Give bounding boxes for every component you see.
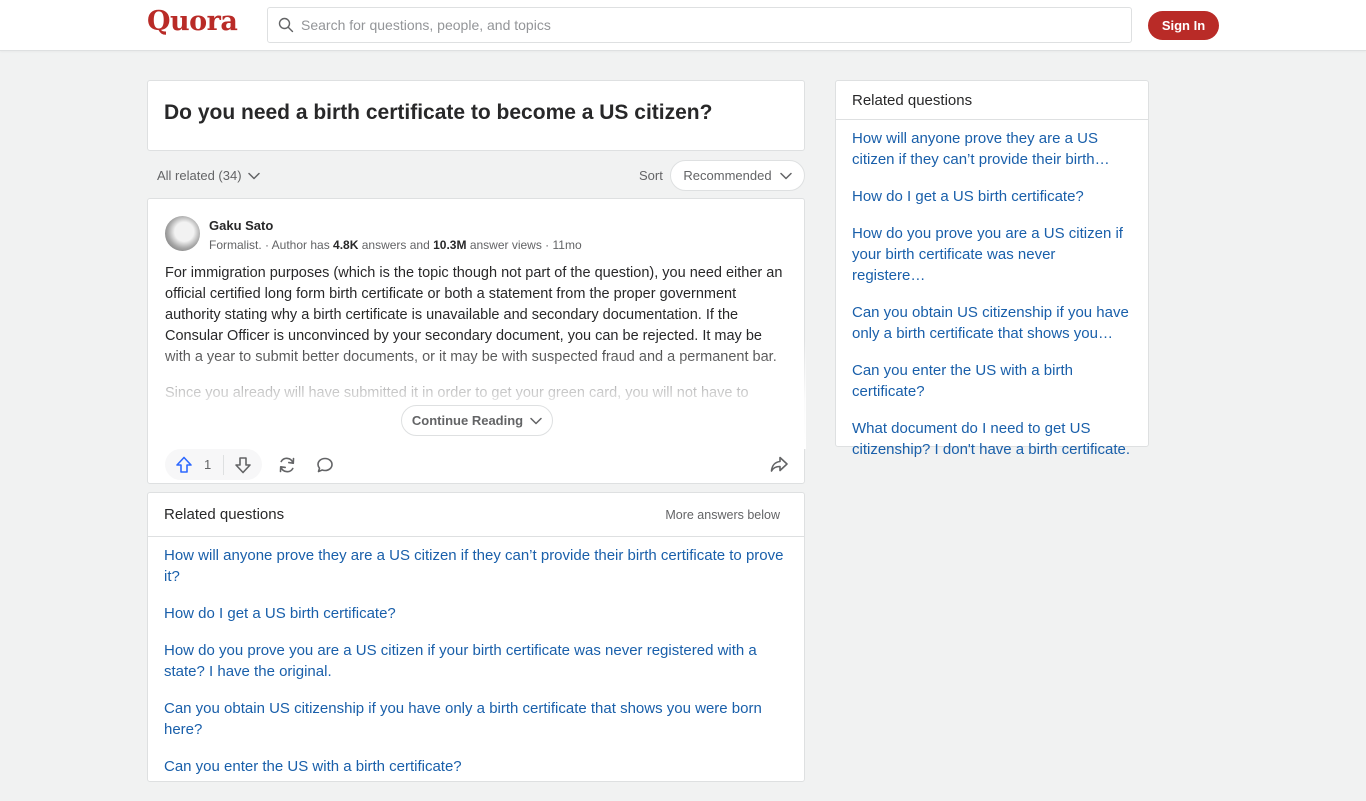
related-question-link[interactable]: Can you obtain US citizenship if you hav… [164, 698, 788, 740]
related-question-link[interactable]: How will anyone prove they are a US citi… [164, 545, 788, 587]
author-avatar[interactable] [165, 216, 200, 251]
sidebar-question-link[interactable]: How do I get a US birth certificate? [852, 186, 1132, 207]
related-question-link[interactable]: How do I get a US birth certificate? [164, 603, 788, 624]
author-name[interactable]: Gaku Sato [209, 218, 273, 233]
sort-dropdown[interactable]: Recommended [670, 160, 805, 191]
sidebar-question-link[interactable]: What document do I need to get US citize… [852, 418, 1132, 460]
related-question-link[interactable]: How do you prove you are a US citizen if… [164, 640, 788, 682]
share-repost-button[interactable] [272, 450, 302, 480]
views-count: 10.3M [433, 238, 467, 252]
author-credential: Formalist. · Author has [209, 238, 334, 252]
search-input[interactable] [301, 17, 1101, 33]
upvote-count: 1 [204, 457, 212, 472]
comment-icon [317, 457, 334, 472]
sort-value: Recommended [683, 168, 772, 183]
question-title: Do you need a birth certificate to becom… [164, 101, 713, 124]
search-box[interactable] [267, 7, 1132, 43]
related-questions-heading: Related questions [164, 506, 285, 523]
answers-count: 4.8K [333, 238, 359, 252]
sidebar-question-link[interactable]: How will anyone prove they are a US citi… [852, 128, 1132, 170]
downvote-icon [235, 456, 252, 473]
sort-bar: All related (34) Sort Recommended [147, 160, 805, 192]
upvote-button[interactable] [174, 455, 194, 475]
quora-logo[interactable]: Quora [147, 6, 238, 37]
sidebar-question-link[interactable]: Can you obtain US citizenship if you hav… [852, 302, 1132, 344]
sort-label: Sort [639, 168, 663, 183]
all-related-label: All related (34) [157, 168, 242, 183]
views-text: answer views · 11mo [466, 238, 582, 252]
sidebar-question-link[interactable]: How do you prove you are a US citizen if… [852, 223, 1132, 286]
author-meta: Formalist. · Author has 4.8K answers and… [209, 238, 582, 252]
sidebar-heading: Related questions [836, 81, 1148, 120]
comment-button[interactable] [310, 450, 340, 480]
sidebar-list: How will anyone prove they are a US citi… [836, 120, 1148, 484]
chevron-down-icon [247, 172, 260, 179]
more-answers-below: More answers below [665, 507, 780, 522]
related-questions-header: Related questions More answers below [148, 493, 804, 537]
answer-actions: 1 [165, 449, 340, 480]
sidebar-related-questions: Related questions How will anyone prove … [835, 80, 1149, 458]
sign-in-button[interactable]: Sign In [1148, 11, 1219, 40]
question-card: Do you need a birth certificate to becom… [147, 80, 805, 151]
share-icon [770, 456, 788, 472]
related-question-link[interactable]: Can you enter the US with a birth certif… [164, 756, 788, 777]
answer-card: Gaku Sato Formalist. · Author has 4.8K a… [147, 198, 806, 484]
chevron-down-icon [779, 172, 792, 179]
vote-group: 1 [165, 449, 263, 480]
related-questions-list: How will anyone prove they are a US citi… [148, 537, 804, 801]
sidebar-question-link[interactable]: Can you enter the US with a birth certif… [852, 360, 1132, 402]
related-questions-inline: Related questions More answers below How… [147, 492, 805, 782]
search-icon [278, 17, 294, 33]
share-button[interactable] [764, 449, 794, 479]
continue-reading-label: Continue Reading [411, 413, 524, 428]
all-related-dropdown[interactable]: All related (34) [157, 168, 260, 183]
chevron-down-icon [530, 417, 542, 424]
continue-reading-button[interactable]: Continue Reading [401, 405, 553, 436]
repost-icon [279, 457, 295, 472]
top-bar: Quora Sign In [0, 0, 1366, 51]
answers-text: answers and [358, 238, 434, 252]
upvote-icon [176, 456, 192, 473]
vote-divider [223, 454, 225, 475]
downvote-button[interactable] [233, 455, 253, 475]
